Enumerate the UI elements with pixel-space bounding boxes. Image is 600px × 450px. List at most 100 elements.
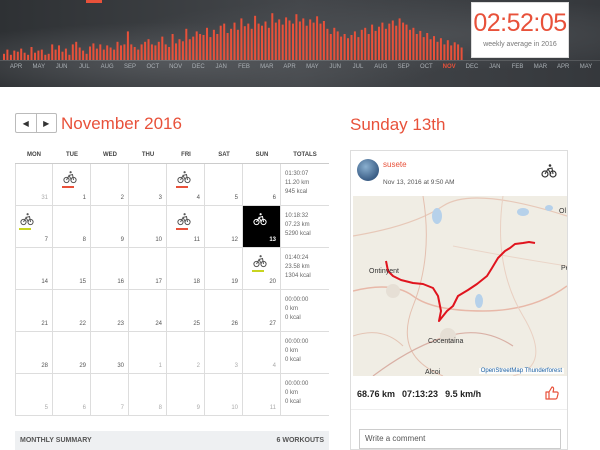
week-bar[interactable]: [360, 29, 363, 60]
week-bar[interactable]: [274, 22, 277, 61]
week-bar[interactable]: [236, 29, 239, 60]
calendar-day-cell[interactable]: 3: [129, 164, 167, 205]
month-label[interactable]: DEC: [461, 64, 483, 70]
month-label[interactable]: DEC: [187, 64, 209, 70]
week-bar[interactable]: [37, 50, 40, 60]
week-bar[interactable]: [412, 27, 415, 60]
calendar-day-cell[interactable]: 16: [91, 248, 129, 289]
week-bar[interactable]: [34, 52, 36, 60]
week-bar[interactable]: [340, 36, 343, 60]
week-bar[interactable]: [64, 48, 67, 60]
calendar-day-cell[interactable]: 5: [205, 164, 243, 205]
week-bar[interactable]: [350, 35, 353, 60]
week-bar[interactable]: [367, 34, 370, 60]
week-bar[interactable]: [450, 45, 453, 60]
calendar-day-cell[interactable]: 7: [15, 206, 53, 247]
week-bar[interactable]: [40, 49, 43, 60]
calendar-day-cell[interactable]: 11: [243, 374, 281, 415]
calendar-day-cell[interactable]: 20: [243, 248, 281, 289]
week-bar[interactable]: [250, 28, 253, 60]
week-bar[interactable]: [6, 49, 9, 60]
week-bar[interactable]: [281, 24, 284, 61]
week-bar[interactable]: [168, 47, 171, 60]
week-bar[interactable]: [426, 33, 429, 60]
week-bar[interactable]: [161, 36, 164, 60]
week-bar[interactable]: [353, 31, 356, 60]
week-bar[interactable]: [381, 22, 384, 61]
week-bar[interactable]: [92, 43, 95, 60]
route-map[interactable]: Ontinyent Cocentaina Alcoi Ol Pe OpenStr…: [353, 196, 567, 376]
week-bar[interactable]: [319, 23, 322, 61]
month-label[interactable]: AUG: [370, 64, 392, 70]
week-bar[interactable]: [113, 49, 116, 60]
week-bar[interactable]: [446, 40, 449, 60]
month-label[interactable]: APR: [5, 64, 27, 70]
month-label[interactable]: APR: [552, 64, 574, 70]
tf-attribution-link[interactable]: Thunderforest: [525, 368, 562, 374]
week-bar[interactable]: [154, 45, 157, 60]
week-bar[interactable]: [95, 48, 98, 60]
week-bar[interactable]: [212, 29, 215, 60]
week-bar[interactable]: [20, 48, 23, 60]
calendar-day-cell[interactable]: 1: [129, 332, 167, 373]
week-bar[interactable]: [58, 45, 60, 60]
calendar-day-cell[interactable]: 9: [167, 374, 205, 415]
week-bar[interactable]: [264, 21, 267, 61]
month-label[interactable]: JUN: [324, 64, 346, 70]
month-label[interactable]: SEP: [119, 64, 141, 70]
week-bar[interactable]: [233, 22, 236, 61]
month-label[interactable]: NOV: [438, 64, 460, 70]
week-bar[interactable]: [157, 41, 160, 60]
calendar-day-cell[interactable]: 31: [15, 164, 53, 205]
week-bar[interactable]: [436, 41, 439, 60]
monthly-summary-bar[interactable]: MONTHLY SUMMARY 6 WORKOUTS: [15, 431, 329, 450]
week-bar[interactable]: [175, 43, 177, 60]
osm-attribution-link[interactable]: OpenStreetMap: [481, 368, 523, 374]
week-bar[interactable]: [384, 28, 387, 60]
calendar-day-cell[interactable]: 6: [53, 374, 91, 415]
week-bar[interactable]: [415, 34, 418, 60]
calendar-day-cell[interactable]: 2: [91, 164, 129, 205]
week-bar[interactable]: [206, 27, 208, 60]
calendar-day-cell[interactable]: 8: [53, 206, 91, 247]
week-bar[interactable]: [316, 16, 319, 60]
calendar-day-cell[interactable]: 10: [129, 206, 167, 247]
week-bar[interactable]: [120, 45, 122, 60]
week-bar[interactable]: [333, 27, 336, 60]
week-bar[interactable]: [27, 54, 30, 60]
month-label[interactable]: OCT: [142, 64, 164, 70]
week-bar[interactable]: [302, 18, 305, 60]
week-bar[interactable]: [181, 41, 184, 60]
user-name-link[interactable]: susete: [383, 160, 407, 169]
week-bar[interactable]: [243, 26, 246, 60]
month-label[interactable]: MAY: [575, 64, 597, 70]
week-bar[interactable]: [374, 30, 377, 60]
week-bar[interactable]: [68, 54, 71, 60]
calendar-day-cell[interactable]: 4: [243, 332, 281, 373]
calendar-day-cell[interactable]: 21: [15, 290, 53, 331]
calendar-day-cell[interactable]: 13: [243, 206, 281, 247]
month-label[interactable]: FEB: [233, 64, 255, 70]
week-bar[interactable]: [192, 36, 195, 60]
week-bar[interactable]: [137, 49, 140, 60]
calendar-day-cell[interactable]: 25: [167, 290, 205, 331]
week-bar[interactable]: [439, 38, 442, 60]
week-bar[interactable]: [133, 47, 136, 60]
week-bar[interactable]: [13, 50, 16, 60]
week-bar[interactable]: [285, 17, 288, 60]
calendar-day-cell[interactable]: 27: [243, 290, 281, 331]
week-bar[interactable]: [16, 51, 19, 60]
week-bar[interactable]: [398, 18, 401, 60]
week-bar[interactable]: [292, 23, 294, 61]
week-bar[interactable]: [30, 47, 33, 60]
week-bar[interactable]: [219, 25, 222, 60]
month-label[interactable]: APR: [279, 64, 301, 70]
month-label[interactable]: JUL: [347, 64, 369, 70]
avatar[interactable]: [357, 159, 379, 181]
week-bar[interactable]: [3, 53, 5, 60]
week-bar[interactable]: [288, 20, 291, 61]
week-bar[interactable]: [364, 27, 367, 60]
calendar-day-cell[interactable]: 1: [53, 164, 91, 205]
calendar-day-cell[interactable]: 28: [15, 332, 53, 373]
week-bar[interactable]: [223, 23, 226, 61]
